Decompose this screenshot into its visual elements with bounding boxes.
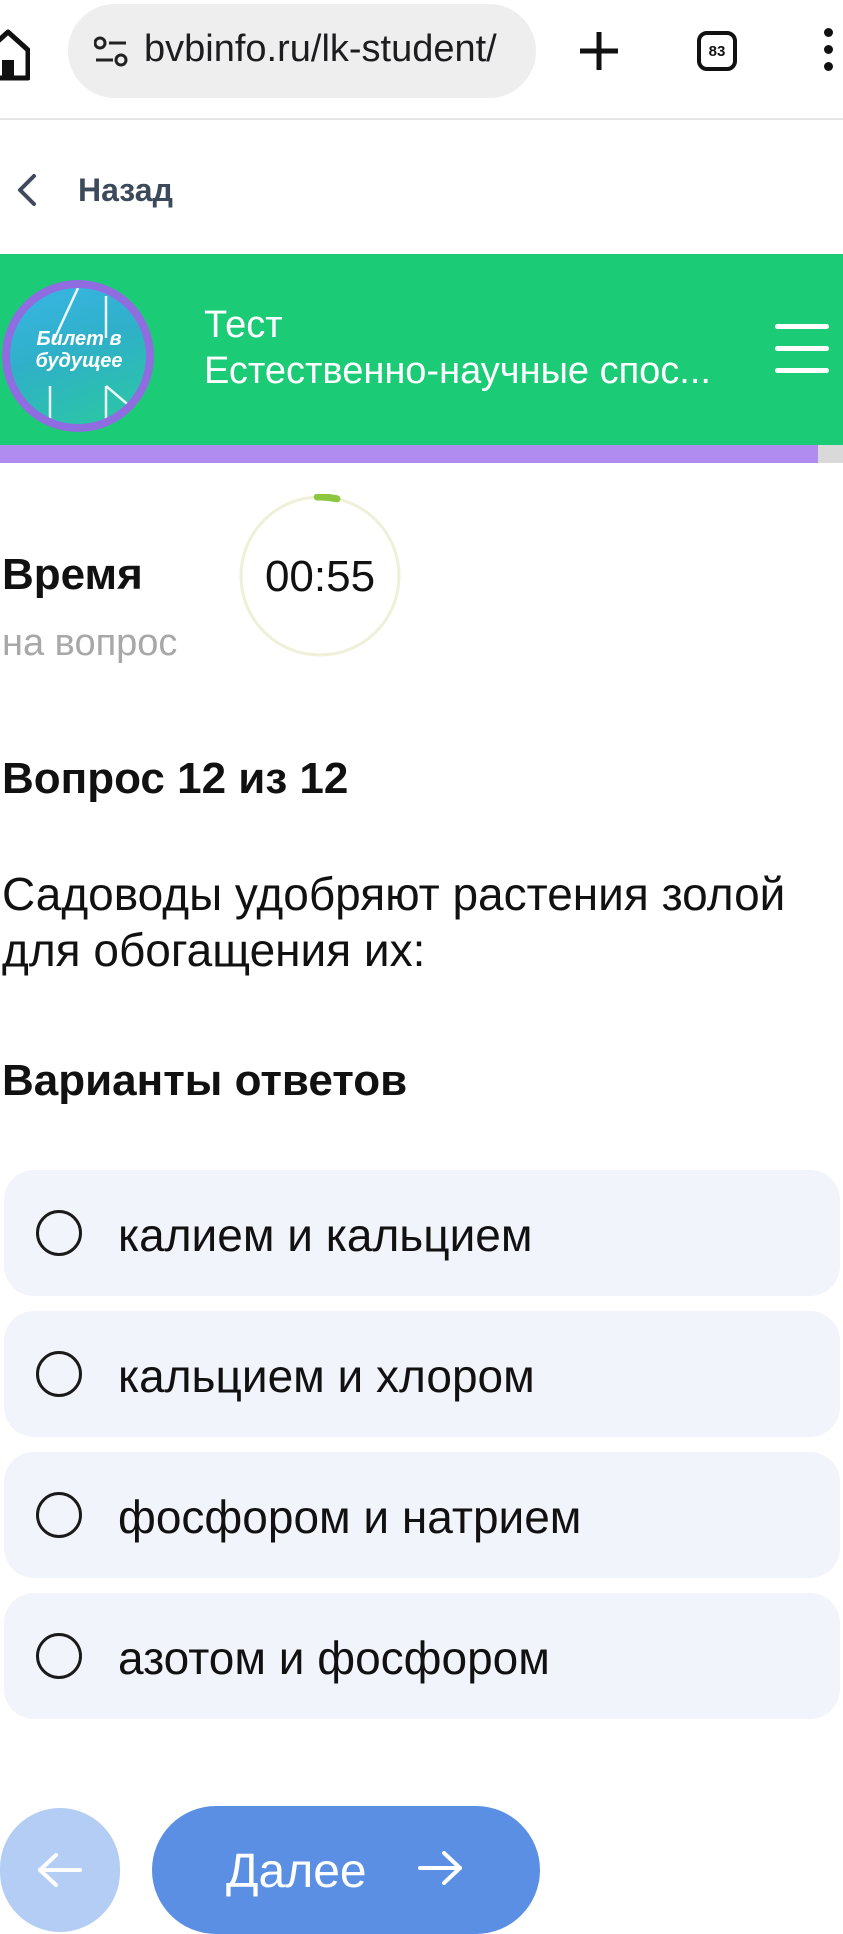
site-settings-icon[interactable]: [94, 36, 128, 68]
answer-option-2[interactable]: кальцием и хлором: [4, 1311, 840, 1437]
answer-option-label: калием и кальцием: [118, 1209, 533, 1261]
arrow-left-icon: [38, 1853, 82, 1887]
more-vert-icon[interactable]: [824, 28, 836, 78]
back-label: Назад: [78, 171, 173, 208]
chevron-left-icon: [18, 174, 36, 206]
next-button[interactable]: Далее: [152, 1806, 540, 1934]
test-progress-bar: [0, 445, 843, 463]
url-text: bvbinfo.ru/lk-student/: [144, 28, 497, 70]
question-text: Садоводы удобряют растения золой для обо…: [2, 868, 786, 976]
hamburger-menu-icon[interactable]: [775, 324, 829, 378]
answer-option-label: азотом и фосфором: [118, 1632, 550, 1684]
test-subtitle: Естественно-научные спос...: [204, 350, 711, 392]
logo-text-line1: Билет в: [36, 328, 122, 350]
radio-button[interactable]: [36, 1210, 82, 1256]
test-title: Тест: [204, 304, 283, 346]
plus-icon[interactable]: [578, 30, 620, 72]
timer-sublabel: на вопрос: [2, 622, 178, 664]
previous-button[interactable]: [0, 1808, 120, 1932]
tab-count: 83: [708, 42, 726, 60]
next-button-label: Далее: [226, 1845, 367, 1898]
browser-toolbar: bvbinfo.ru/lk-student/ 83: [0, 0, 843, 120]
question-number: Вопрос 12 из 12: [2, 754, 349, 803]
answer-option-1[interactable]: калием и кальцием: [4, 1170, 840, 1296]
answers-title: Варианты ответов: [2, 1056, 408, 1105]
radio-button[interactable]: [36, 1351, 82, 1397]
home-icon[interactable]: [0, 22, 30, 84]
arrow-right-icon: [418, 1851, 462, 1885]
tab-switcher-button[interactable]: 83: [697, 31, 737, 71]
address-bar[interactable]: bvbinfo.ru/lk-student/: [68, 4, 536, 98]
test-progress-fill: [0, 445, 818, 463]
timer-value: 00:55: [264, 552, 376, 601]
radio-button[interactable]: [36, 1633, 82, 1679]
answer-option-label: фосфором и натрием: [118, 1491, 582, 1543]
logo-text-line2: будущее: [35, 350, 123, 372]
answer-option-label: кальцием и хлором: [118, 1350, 535, 1402]
logo: Билет в будущее: [2, 280, 154, 432]
timer-label: Время: [2, 550, 143, 599]
answer-option-3[interactable]: фосфором и натрием: [4, 1452, 840, 1578]
radio-button[interactable]: [36, 1492, 82, 1538]
answer-option-4[interactable]: азотом и фосфором: [4, 1593, 840, 1719]
back-link[interactable]: Назад: [14, 170, 173, 210]
